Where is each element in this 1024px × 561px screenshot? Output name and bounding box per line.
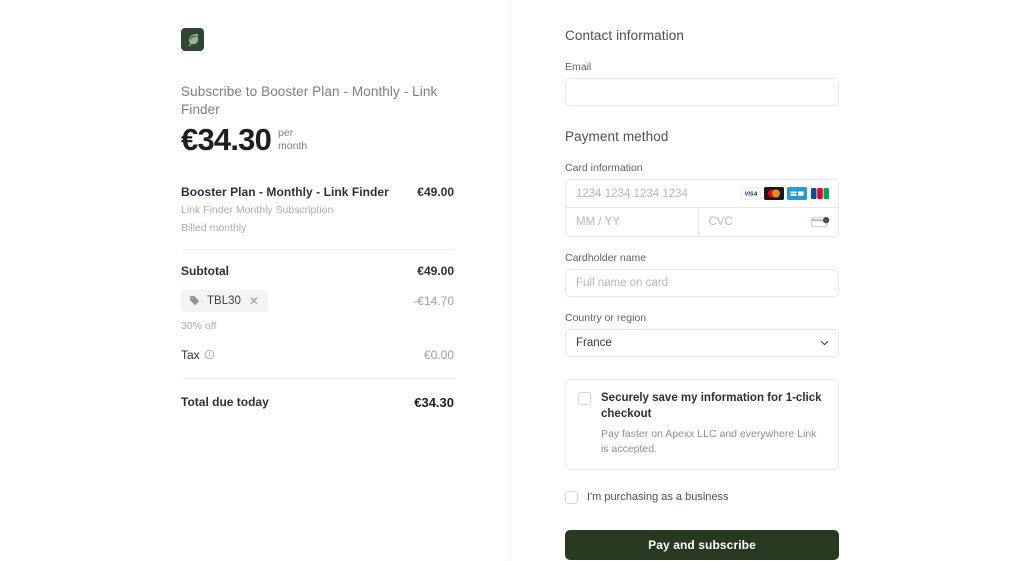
card-number-field[interactable]: 1234 1234 1234 1234 VISA [566,180,838,208]
line-item-description: Link Finder Monthly Subscription [181,203,334,216]
amex-icon [787,187,807,200]
tax-label: Tax [181,347,200,362]
price-period-per: per [278,127,294,140]
card-brand-icons: VISA [741,187,830,200]
price-amount: €34.30 [181,122,272,158]
subtotal-row: Subtotal €49.00 [181,264,454,278]
cardholder-name-field[interactable] [565,269,839,297]
business-checkbox-label: I'm purchasing as a business [587,490,729,503]
contact-information-heading: Contact information [565,28,684,43]
card-cvc-placeholder: CVC [708,216,733,228]
card-information-group: 1234 1234 1234 1234 VISA MM / YY CVC [565,179,839,237]
checkout-page: Subscribe to Booster Plan - Monthly - Li… [0,0,1024,561]
payment-form-pane: Contact information Email Payment method… [511,0,1024,561]
tax-value: €0.00 [423,347,454,362]
page-title: Subscribe to Booster Plan - Monthly - Li… [181,84,438,117]
card-expiry-field[interactable]: MM / YY [566,208,699,236]
order-summary-pane: Subscribe to Booster Plan - Monthly - Li… [0,0,511,561]
card-cvc-field[interactable]: CVC [699,208,839,236]
line-item-row: Booster Plan - Monthly - Link Finder Lin… [181,185,454,235]
leaf-swirl-logo-icon [181,28,204,51]
visa-icon: VISA [741,187,761,200]
link-save-title: Securely save my information for 1-click… [601,392,822,420]
tag-icon [189,295,200,306]
card-expiry-cvc-row: MM / YY CVC [566,208,838,236]
card-number-placeholder: 1234 1234 1234 1234 [576,187,688,200]
promo-discount-value: -€14.70 [413,293,454,308]
country-select-wrapper: France [565,329,839,357]
promo-code-chip[interactable]: TBL30 ✕ [181,289,268,312]
line-items: Booster Plan - Monthly - Link Finder Lin… [181,185,454,235]
line-item-price: €49.00 [417,184,454,199]
line-item-billing: Billed monthly [181,221,247,234]
promo-code-label: TBL30 [207,294,241,307]
cvc-card-icon [811,216,830,228]
promo-note: 30% off [181,319,217,332]
total-due-label: Total due today [181,395,269,410]
line-item-name: Booster Plan - Monthly - Link Finder [181,184,389,199]
close-icon[interactable]: ✕ [248,295,260,307]
summary-divider-1 [181,248,454,250]
cardholder-name-label: Cardholder name [565,252,647,264]
tax-label-group: Tax [181,348,215,362]
promo-code-row: TBL30 ✕ -€14.70 [181,289,454,312]
link-save-checkbox[interactable] [578,392,591,405]
link-save-subtitle: Pay faster on Apexx LLC and everywhere L… [601,428,817,455]
subtotal-label: Subtotal [181,263,229,278]
jcb-icon [810,187,830,200]
tax-row: Tax €0.00 [181,348,454,362]
email-field[interactable] [565,78,839,106]
card-expiry-placeholder: MM / YY [576,216,620,228]
card-information-label: Card information [565,162,643,174]
country-or-region-label: Country or region [565,312,647,324]
pay-and-subscribe-button[interactable]: Pay and subscribe [565,529,839,560]
subtotal-value: €49.00 [417,263,454,278]
total-due-value: €34.30 [414,394,454,410]
svg-text:VISA: VISA [745,192,758,198]
price-period-unit: month [278,140,308,153]
price-display: €34.30 per month [181,124,454,157]
country-select[interactable]: France [565,329,839,357]
email-label: Email [565,61,592,73]
price-period: per month [278,127,307,153]
payment-method-heading: Payment method [565,129,669,144]
mastercard-icon [764,187,784,200]
business-checkbox[interactable] [565,490,578,504]
total-due-row: Total due today €34.30 [181,395,454,410]
info-icon[interactable] [204,349,215,360]
link-save-info-box[interactable]: Securely save my information for 1-click… [565,379,839,470]
summary-divider-2 [181,377,454,379]
business-purchase-row[interactable]: I'm purchasing as a business [565,490,839,504]
